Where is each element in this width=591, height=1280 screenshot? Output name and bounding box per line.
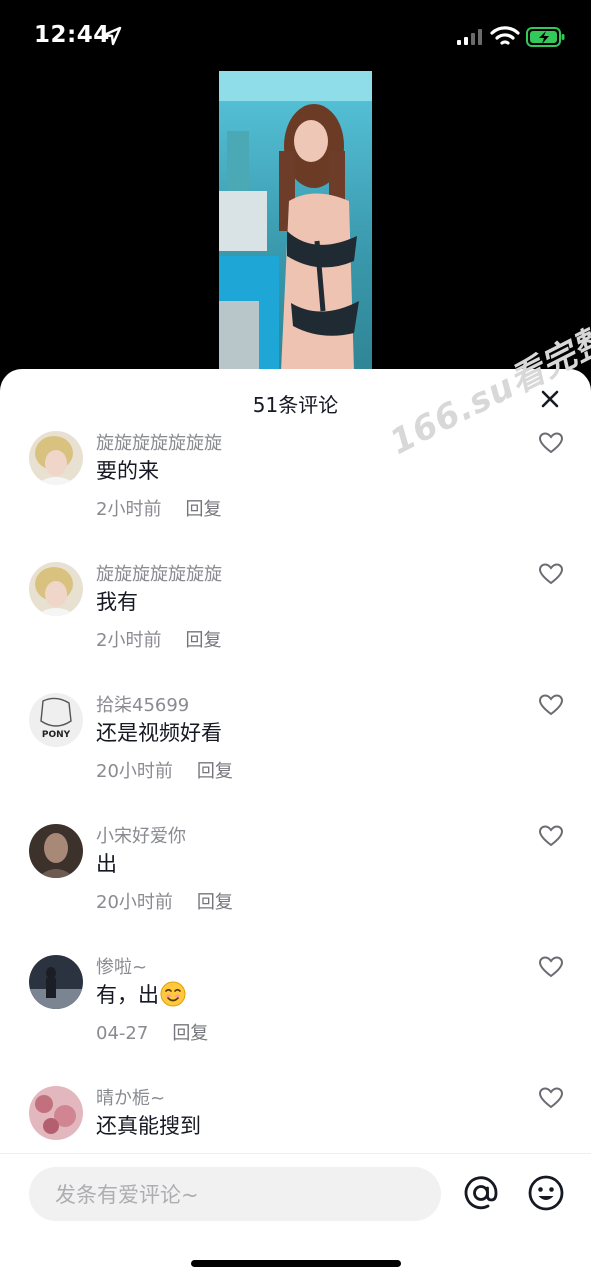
comment-item: PONY 拾柒45699 还是视频好看 20小时前 回复 <box>0 689 591 820</box>
comment-count-title: 51条评论 <box>252 393 339 417</box>
video-thumbnail[interactable] <box>219 71 372 371</box>
comment-list[interactable]: 旋旋旋旋旋旋旋 要的来 2小时前 回复 旋旋旋旋旋旋旋 我有 2小时前 回复 P… <box>0 427 591 1155</box>
reply-button[interactable]: 回复 <box>172 1023 208 1044</box>
comment-username[interactable]: 惨啦~ <box>96 953 147 979</box>
comment-time: 2小时前 <box>96 630 162 651</box>
comment-meta: 2小时前 回复 <box>96 626 221 652</box>
comment-username[interactable]: 晴か栀~ <box>96 1084 165 1110</box>
comment-sheet: 51条评论 旋旋旋旋旋旋旋 要的来 2小时前 回复 旋旋旋旋旋旋旋 我有 2小时… <box>0 369 591 1280</box>
comment-username[interactable]: 小宋好爱你 <box>96 822 186 848</box>
comment-time: 20小时前 <box>96 892 173 913</box>
user-avatar[interactable]: PONY <box>29 693 83 747</box>
comment-username[interactable]: 拾柒45699 <box>96 691 189 717</box>
comment-username[interactable]: 旋旋旋旋旋旋旋 <box>96 429 222 455</box>
comment-item: 旋旋旋旋旋旋旋 我有 2小时前 回复 <box>0 558 591 689</box>
heart-outline-icon[interactable] <box>538 562 564 586</box>
comment-meta: 20小时前 回复 <box>96 757 233 783</box>
input-divider <box>0 1153 591 1154</box>
comment-meta: 2小时前 回复 <box>96 495 221 521</box>
reply-button[interactable]: 回复 <box>197 892 233 913</box>
comment-item: 惨啦~ 有，出 04-27 回复 <box>0 951 591 1082</box>
comment-time: 04-27 <box>96 1023 149 1044</box>
comment-time: 2小时前 <box>96 499 162 520</box>
comment-text: 要的来 <box>96 459 159 483</box>
user-avatar[interactable] <box>29 955 83 1009</box>
reply-button[interactable]: 回复 <box>197 761 233 782</box>
reply-button[interactable]: 回复 <box>185 630 221 651</box>
comment-text: 出 <box>96 852 117 876</box>
battery-charging-icon <box>526 27 565 47</box>
user-avatar[interactable] <box>29 431 83 485</box>
user-avatar[interactable] <box>29 1086 83 1140</box>
comment-username[interactable]: 旋旋旋旋旋旋旋 <box>96 560 222 586</box>
at-sign-icon[interactable] <box>462 1174 500 1212</box>
comment-text: 有，出 <box>96 979 186 1009</box>
comment-text: 还是视频好看 <box>96 721 222 745</box>
heart-outline-icon[interactable] <box>538 431 564 455</box>
cellular-signal-icon <box>457 29 482 45</box>
home-indicator <box>191 1260 401 1267</box>
comment-input-bar[interactable] <box>29 1167 441 1223</box>
heart-outline-icon[interactable] <box>538 955 564 979</box>
comment-text: 还真能搜到 <box>96 1114 201 1138</box>
wifi-icon <box>490 26 520 45</box>
status-bar: 12:44 <box>0 0 591 72</box>
heart-outline-icon[interactable] <box>538 1086 564 1110</box>
comment-item: 晴か栀~ 还真能搜到 <box>0 1082 591 1155</box>
smiling-emoji-icon <box>160 981 186 1007</box>
comment-text: 我有 <box>96 590 138 614</box>
heart-outline-icon[interactable] <box>538 824 564 848</box>
comment-meta: 20小时前 回复 <box>96 888 233 914</box>
user-avatar[interactable] <box>29 562 83 616</box>
close-icon[interactable] <box>536 385 564 413</box>
comment-item: 旋旋旋旋旋旋旋 要的来 2小时前 回复 <box>0 427 591 558</box>
comment-item: 小宋好爱你 出 20小时前 回复 <box>0 820 591 951</box>
comment-meta: 04-27 回复 <box>96 1019 208 1045</box>
comment-input[interactable] <box>53 1167 417 1223</box>
avatar-logo-text: PONY <box>42 730 71 740</box>
user-avatar[interactable] <box>29 824 83 878</box>
heart-outline-icon[interactable] <box>538 693 564 717</box>
smiley-icon[interactable] <box>527 1174 565 1212</box>
comment-text-content: 有，出 <box>96 983 159 1007</box>
comment-time: 20小时前 <box>96 761 173 782</box>
status-time: 12:44 <box>34 22 110 48</box>
reply-button[interactable]: 回复 <box>185 499 221 520</box>
location-arrow-icon <box>102 26 122 46</box>
